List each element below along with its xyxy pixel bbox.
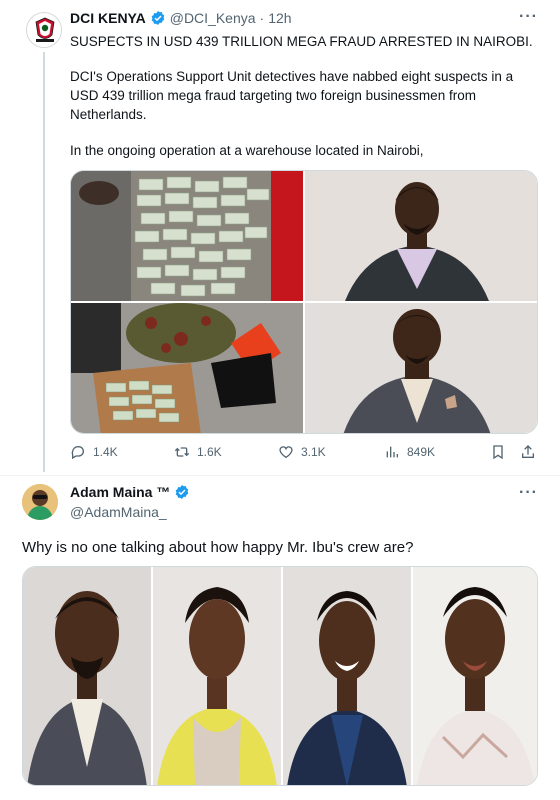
verified-badge-icon: [176, 485, 189, 499]
retweet-button[interactable]: 1.6K: [174, 444, 222, 460]
tweet-dci-kenya[interactable]: DCI KENYA @DCI_Kenya · 12h ··· SUSPECTS …: [0, 0, 560, 476]
thread-line: [43, 52, 45, 472]
tweet2-media[interactable]: [22, 566, 538, 786]
views-count: 849K: [407, 445, 436, 459]
photo-cash-bundles[interactable]: [71, 171, 303, 301]
reply-button[interactable]: 1.4K: [70, 444, 118, 460]
bookmark-button[interactable]: [490, 444, 506, 460]
tweet2-text: Why is no one talking about how happy Mr…: [22, 539, 414, 556]
more-icon[interactable]: ···: [519, 8, 538, 26]
photo-suspect-2[interactable]: [305, 303, 537, 433]
retweet-icon: [174, 447, 190, 457]
tweet-time[interactable]: 12h: [268, 10, 291, 26]
author-handle-2[interactable]: @AdamMaina_: [70, 504, 167, 520]
like-count: 3.1K: [301, 445, 326, 459]
tweet-media-grid[interactable]: [70, 170, 538, 434]
photo-suspect-1[interactable]: [305, 171, 537, 301]
views-button[interactable]: 849K: [384, 444, 435, 460]
share-icon: [522, 445, 534, 458]
bookmark-icon: [493, 445, 503, 460]
tweet-header: DCI KENYA @DCI_Kenya · 12h: [70, 10, 292, 26]
author-name[interactable]: DCI KENYA: [70, 10, 146, 26]
like-button[interactable]: 3.1K: [278, 444, 326, 460]
reply-count: 1.4K: [93, 445, 118, 459]
author-handle[interactable]: @DCI_Kenya: [170, 10, 256, 26]
tweet2-handle-row: @AdamMaina_: [70, 504, 167, 520]
reply-icon: [71, 445, 84, 460]
crew-portraits: [23, 567, 537, 785]
tweet-action-bar: 1.4K 1.6K 3.1K 849K: [70, 444, 538, 464]
tweet-headline: SUSPECTS IN USD 439 TRILLION MEGA FRAUD …: [70, 34, 533, 49]
tweet-paragraph-1: DCI's Operations Support Unit detectives…: [70, 69, 514, 122]
dci-kenya-avatar[interactable]: [26, 12, 62, 48]
verified-badge-icon: [151, 11, 165, 25]
author-name-2[interactable]: Adam Maina ™: [70, 484, 170, 500]
share-button[interactable]: [520, 444, 536, 460]
tweet2-header: Adam Maina ™: [70, 484, 194, 500]
like-icon: [279, 446, 293, 459]
adam-maina-avatar[interactable]: [22, 484, 58, 520]
photo-bag-with-cash[interactable]: [71, 303, 303, 433]
views-icon: [386, 446, 398, 458]
separator-dot: ·: [259, 10, 265, 26]
more-icon[interactable]: ···: [519, 484, 538, 502]
tweet-paragraph-2: In the ongoing operation at a warehouse …: [70, 143, 424, 158]
retweet-count: 1.6K: [197, 445, 222, 459]
